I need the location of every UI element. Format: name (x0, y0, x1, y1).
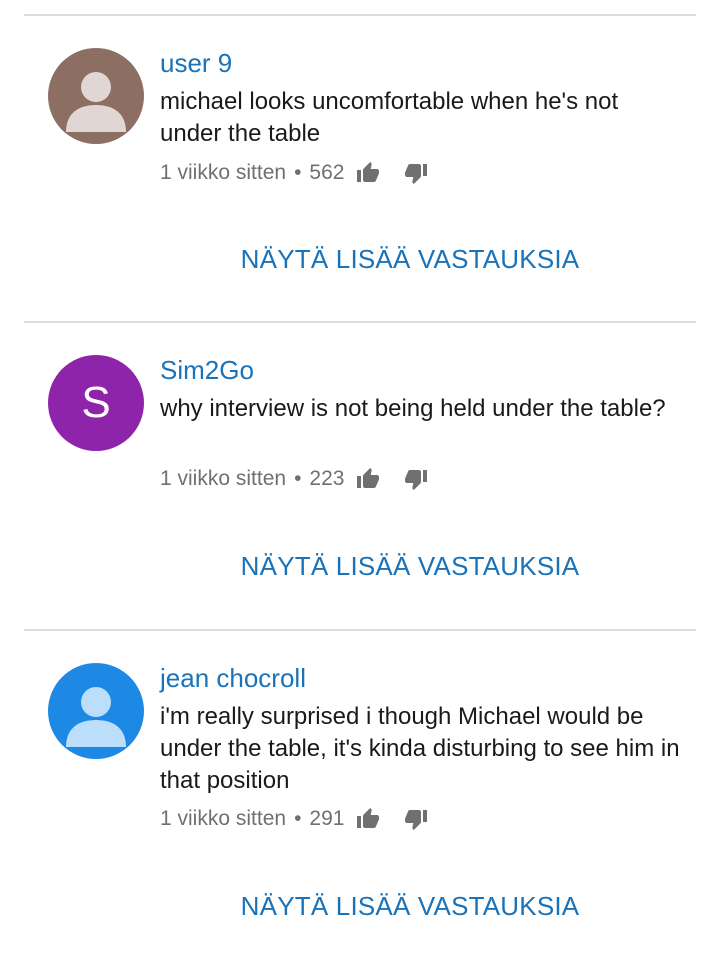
person-avatar-icon (48, 48, 144, 144)
comment-timestamp: 1 viikko sitten (160, 161, 287, 184)
comment-divider (24, 321, 696, 323)
avatar-letter: S (81, 378, 111, 427)
show-more-replies-button[interactable]: NÄYTÄ LISÄÄ VASTAUKSIA (0, 891, 720, 922)
meta-separator: • (294, 807, 302, 830)
comment-meta: 1 viikko sitten • 223 (160, 464, 430, 494)
meta-separator: • (294, 161, 302, 184)
show-more-replies-button[interactable]: NÄYTÄ LISÄÄ VASTAUKSIA (0, 244, 720, 275)
comment-meta: 1 viikko sitten • 291 (160, 804, 430, 834)
comment-meta: 1 viikko sitten • 562 (160, 158, 430, 188)
comment-author[interactable]: user 9 (160, 48, 232, 78)
comment-divider (24, 629, 696, 631)
like-count: 223 (309, 467, 345, 490)
thumbs-down-icon[interactable] (402, 805, 430, 833)
avatar[interactable] (48, 663, 144, 759)
thumbs-down-icon[interactable] (402, 159, 430, 187)
meta-separator: • (294, 467, 302, 490)
thumbs-down-icon[interactable] (402, 465, 430, 493)
person-avatar-icon (48, 663, 144, 759)
comment-author[interactable]: jean chocroll (160, 663, 306, 693)
comment-timestamp: 1 viikko sitten (160, 467, 287, 490)
thumbs-up-icon[interactable] (354, 159, 382, 187)
comment-text: why interview is not being held under th… (160, 395, 666, 422)
comment-timestamp: 1 viikko sitten (160, 807, 287, 830)
avatar[interactable] (48, 48, 144, 144)
comment-author[interactable]: Sim2Go (160, 355, 254, 385)
avatar[interactable]: S (48, 355, 144, 451)
comment-text: michael looks uncomfortable when he's no… (160, 88, 619, 147)
like-count: 291 (309, 807, 345, 830)
comment-divider (24, 14, 696, 16)
thumbs-up-icon[interactable] (354, 805, 382, 833)
show-more-replies-button[interactable]: NÄYTÄ LISÄÄ VASTAUKSIA (0, 551, 720, 582)
comment-text: i'm really surprised i though Michael wo… (160, 703, 680, 794)
thumbs-up-icon[interactable] (354, 465, 382, 493)
like-count: 562 (309, 161, 345, 184)
